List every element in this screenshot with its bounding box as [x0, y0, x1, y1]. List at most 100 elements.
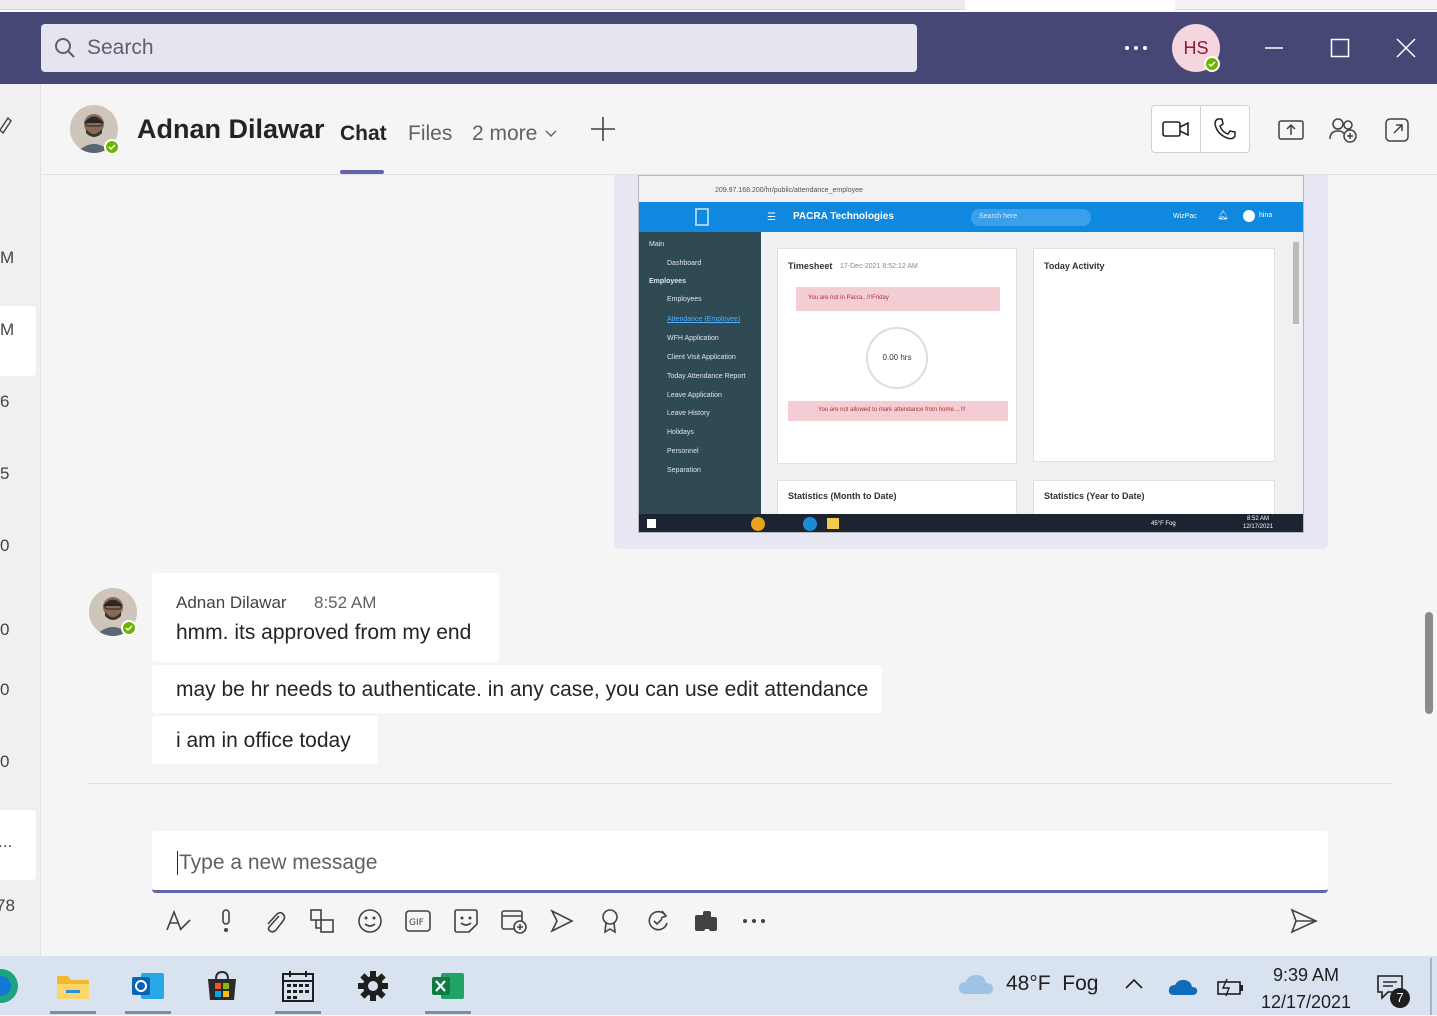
taskbar-file-explorer[interactable]: [48, 956, 98, 1015]
inner-weather: 45°F Fog: [1151, 521, 1176, 527]
chat-list-more[interactable]: ...: [0, 832, 39, 852]
running-indicator: [50, 1011, 96, 1014]
weather-text: 48°F Fog: [1006, 972, 1099, 995]
user-avatar[interactable]: HS: [1172, 24, 1220, 72]
folder-icon: [56, 972, 90, 1000]
message-bubble[interactable]: may be hr needs to authenticate. in any …: [152, 665, 882, 713]
browser-address: 209.97.168.200/hr/public/attendance_empl…: [639, 176, 1303, 202]
format-icon: [164, 908, 192, 934]
image-message[interactable]: 209.97.168.200/hr/public/attendance_empl…: [614, 175, 1328, 549]
inner-taskbar: 45°F Fog 8:52 AM 12/17/2021: [639, 514, 1303, 532]
message-bubble[interactable]: i am in office today: [152, 716, 378, 764]
message-bubble[interactable]: Adnan Dilawar 8:52 AM hmm. its approved …: [152, 573, 499, 662]
inner-clock: 8:52 AM 12/17/2021: [1243, 515, 1273, 531]
sidebar-section: Employees: [649, 278, 686, 285]
show-hidden-icons-button[interactable]: [1124, 978, 1144, 990]
message-author: Adnan Dilawar: [176, 593, 287, 612]
close-button[interactable]: [1386, 28, 1426, 68]
loop-components-icon: [309, 908, 335, 934]
loop-button[interactable]: [306, 905, 338, 937]
taskbar-weather[interactable]: 48°F Fog: [958, 972, 1098, 996]
plus-icon: [590, 116, 616, 142]
message-text: hmm. its approved from my end: [176, 621, 472, 644]
taskbar-calendar[interactable]: [273, 956, 323, 1015]
sidebar-subitem: Leave Application: [667, 392, 722, 399]
approvals-button[interactable]: [642, 905, 674, 937]
send-icon: [1290, 908, 1318, 934]
sidebar-subitem: Personnel: [667, 448, 699, 455]
sidebar-item: Dashboard: [667, 260, 702, 267]
taskbar-clock[interactable]: 9:39 AM 12/17/2021: [1254, 962, 1358, 1016]
send-button[interactable]: [1288, 905, 1320, 937]
emoji-button[interactable]: [354, 905, 386, 937]
audio-call-button[interactable]: [1201, 106, 1250, 152]
activity-panel: Today Activity: [1033, 248, 1275, 462]
text-caret: [177, 851, 178, 876]
sidebar-subitem: Separation: [667, 467, 701, 474]
praise-button[interactable]: [594, 905, 626, 937]
hours-circle: 0.00 hrs: [866, 327, 928, 389]
add-tab-button[interactable]: [590, 116, 616, 142]
app-user-avatar: [1243, 210, 1255, 222]
presence-available-icon: [1204, 56, 1220, 72]
app-button[interactable]: [690, 905, 722, 937]
show-desktop-divider[interactable]: [1430, 958, 1432, 1015]
app-top-nav: ☰ PACRA Technologies Search here WizPac …: [639, 202, 1303, 232]
tab-more[interactable]: 2 more: [472, 122, 557, 146]
compose-icon[interactable]: [0, 114, 12, 139]
format-button[interactable]: [162, 905, 194, 937]
teams-app-icon: [0, 966, 21, 1006]
schedule-meeting-button[interactable]: [498, 905, 530, 937]
search-icon: [53, 36, 77, 60]
gear-icon: [357, 970, 389, 1002]
more-options-button[interactable]: [1116, 28, 1156, 68]
chat-list-selected-item[interactable]: [0, 306, 36, 376]
windows-icon: [647, 519, 656, 528]
share-screen-button[interactable]: [1277, 117, 1305, 143]
stream-button[interactable]: [546, 905, 578, 937]
chat-list-partial: M M 6 5 0 0 0 0 ... 78: [0, 84, 41, 956]
notification-center-button[interactable]: 7: [1376, 974, 1410, 1008]
chat-list-time: M: [0, 320, 15, 339]
attach-button[interactable]: [258, 905, 290, 937]
alert-no-wfh: You are not allowed to mark attendance f…: [788, 401, 1008, 421]
gif-button[interactable]: GIF: [402, 905, 434, 937]
taskbar-outlook[interactable]: [123, 956, 173, 1015]
chrome-icon: [751, 517, 765, 531]
presence-available-icon: [121, 620, 137, 636]
minimize-icon: [1264, 38, 1284, 58]
chat-list-time: 0: [0, 680, 10, 699]
compose-box[interactable]: Type a new message: [152, 831, 1328, 893]
video-call-button[interactable]: [1152, 106, 1201, 152]
sticker-button[interactable]: [450, 905, 482, 937]
tab-files[interactable]: Files: [408, 122, 452, 146]
sidebar-subitem: Attendance (Employee): [667, 316, 741, 323]
minimize-button[interactable]: [1254, 28, 1294, 68]
more-apps-button[interactable]: [738, 905, 770, 937]
battery-tray-icon[interactable]: [1217, 976, 1245, 1003]
stats-month-title: Statistics (Month to Date): [788, 491, 897, 501]
search-box[interactable]: Search: [41, 24, 917, 72]
attached-screenshot[interactable]: 209.97.168.200/hr/public/attendance_empl…: [638, 175, 1304, 533]
taskbar-excel[interactable]: [423, 956, 473, 1015]
video-camera-icon: [1161, 119, 1190, 139]
taskbar-settings[interactable]: [348, 956, 398, 1015]
add-people-button[interactable]: [1329, 117, 1357, 143]
app-wizpac: WizPac: [1173, 213, 1197, 220]
excel-icon: [431, 971, 465, 1001]
chat-list-time: 6: [0, 392, 10, 411]
maximize-button[interactable]: [1320, 28, 1360, 68]
taskbar-store[interactable]: [197, 956, 247, 1015]
onedrive-tray-icon[interactable]: [1168, 978, 1198, 1001]
sidebar-subitem: Holidays: [667, 429, 694, 436]
calendar-add-icon: [500, 907, 528, 935]
taskbar-app[interactable]: [0, 956, 26, 1015]
important-button[interactable]: [210, 905, 242, 937]
chat-list-time: 0: [0, 620, 10, 639]
share-screen-icon: [1278, 120, 1304, 140]
scrollbar-thumb[interactable]: [1425, 612, 1433, 714]
pop-out-button[interactable]: [1383, 117, 1411, 143]
chat-list-time: 0: [0, 536, 10, 555]
sidebar-section: Main: [649, 241, 665, 248]
tab-chat[interactable]: Chat: [340, 122, 387, 146]
